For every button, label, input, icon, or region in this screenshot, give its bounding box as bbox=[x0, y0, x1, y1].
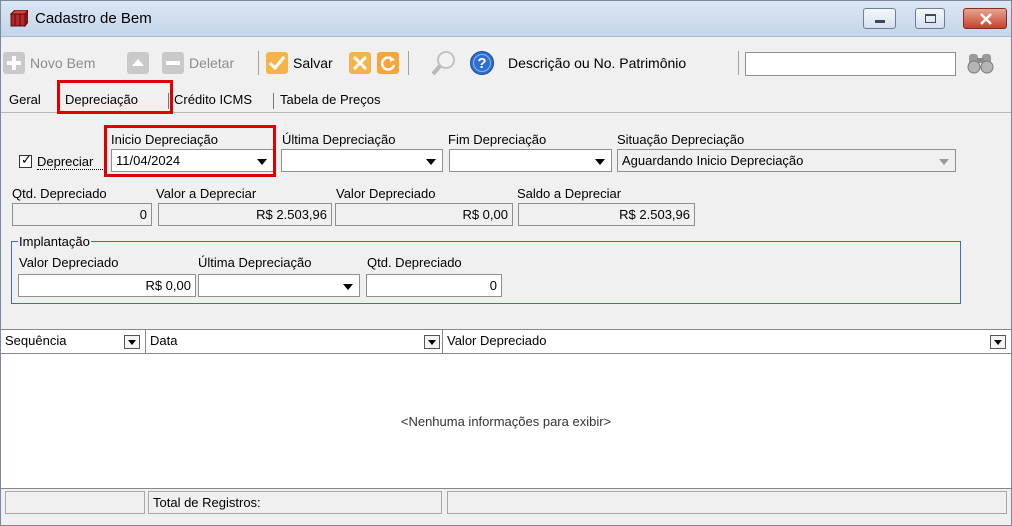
inicio-label: Inicio Depreciação bbox=[111, 132, 218, 147]
help-icon: ? bbox=[470, 51, 494, 75]
qtd-label: Qtd. Depreciado bbox=[12, 186, 107, 201]
column-label: Data bbox=[150, 333, 178, 348]
cancel-icon bbox=[349, 52, 371, 74]
chevron-down-icon[interactable] bbox=[595, 159, 605, 165]
minus-icon bbox=[162, 52, 184, 74]
tab-separator bbox=[273, 93, 274, 109]
impl-qtd-label: Qtd. Depreciado bbox=[367, 255, 462, 270]
situacao-value: Aguardando Inicio Depreciação bbox=[622, 153, 804, 168]
move-up-button[interactable] bbox=[127, 49, 149, 77]
binoculars-icon bbox=[967, 54, 994, 74]
column-label: Valor Depreciado bbox=[447, 333, 547, 348]
depreciar-checkbox[interactable]: ✓ bbox=[19, 152, 32, 168]
svg-text:?: ? bbox=[477, 55, 486, 72]
magnifier-icon bbox=[431, 51, 455, 76]
total-label: Total de Registros: bbox=[148, 491, 442, 514]
situacao-label: Situação Depreciação bbox=[617, 132, 745, 147]
search-button[interactable] bbox=[425, 49, 461, 77]
inicio-date-field[interactable]: 11/04/2024 bbox=[111, 149, 274, 172]
check-icon bbox=[266, 52, 288, 74]
add-icon bbox=[3, 52, 25, 74]
qtd-field[interactable]: 0 bbox=[12, 203, 152, 226]
search-label: Descrição ou No. Patrimônio bbox=[508, 55, 687, 71]
tab-separator bbox=[58, 93, 59, 109]
title-bar: Cadastro de Bem bbox=[1, 1, 1011, 37]
chevron-down-icon[interactable] bbox=[343, 284, 353, 290]
delete-label: Deletar bbox=[189, 55, 235, 71]
ultima-date-field[interactable] bbox=[281, 149, 443, 172]
chevron-down-icon[interactable] bbox=[257, 159, 267, 165]
toolbar-separator bbox=[738, 51, 739, 75]
filter-dropdown-icon[interactable] bbox=[990, 335, 1006, 349]
impl-valor-field[interactable]: R$ 0,00 bbox=[18, 274, 196, 297]
impl-ultima-label: Última Depreciação bbox=[198, 255, 312, 270]
depreciation-grid[interactable]: Sequência Data Valor Depreciado <Nenhuma… bbox=[1, 329, 1011, 489]
grid-header: Sequência Data Valor Depreciado bbox=[1, 330, 1011, 354]
new-item-button[interactable]: Novo Bem bbox=[3, 49, 95, 77]
save-label: Salvar bbox=[293, 55, 333, 71]
situacao-select[interactable]: Aguardando Inicio Depreciação bbox=[617, 149, 956, 172]
tab-geral[interactable]: Geral bbox=[9, 92, 41, 107]
impl-valor-label: Valor Depreciado bbox=[19, 255, 119, 270]
checkmark-icon: ✓ bbox=[21, 152, 32, 167]
tab-depreciacao[interactable]: Depreciação bbox=[65, 92, 138, 107]
save-button[interactable]: Salvar bbox=[266, 49, 333, 77]
valor-a-depreciar-field[interactable]: R$ 2.503,96 bbox=[158, 203, 332, 226]
toolbar-separator bbox=[408, 51, 409, 75]
ultima-label: Última Depreciação bbox=[282, 132, 396, 147]
search-label-item: Descrição ou No. Patrimônio bbox=[503, 49, 686, 77]
valor-depreciado-field[interactable]: R$ 0,00 bbox=[335, 203, 513, 226]
tab-separator bbox=[168, 93, 169, 109]
app-icon bbox=[10, 10, 28, 27]
toolbar-separator bbox=[258, 51, 259, 75]
tab-strip: Geral Depreciação Crédito ICMS Tabela de… bbox=[1, 89, 1011, 113]
new-item-label: Novo Bem bbox=[30, 55, 96, 71]
grid-empty-message: <Nenhuma informações para exibir> bbox=[400, 414, 612, 429]
cancel-button[interactable] bbox=[349, 49, 371, 77]
column-label: Sequência bbox=[5, 333, 67, 348]
footer-blank-cell bbox=[5, 491, 145, 514]
refresh-button[interactable] bbox=[377, 49, 399, 77]
help-button[interactable]: ? bbox=[469, 49, 495, 77]
column-header-valor-depreciado[interactable]: Valor Depreciado bbox=[443, 330, 1011, 353]
implantacao-title: Implantação bbox=[18, 234, 91, 249]
chevron-down-icon[interactable] bbox=[426, 159, 436, 165]
tab-tabela-precos[interactable]: Tabela de Preços bbox=[280, 92, 380, 107]
minimize-button[interactable] bbox=[863, 8, 896, 29]
total-value bbox=[447, 491, 1007, 514]
close-icon bbox=[980, 13, 992, 25]
saldo-field[interactable]: R$ 2.503,96 bbox=[518, 203, 695, 226]
up-arrow-icon bbox=[127, 52, 149, 74]
chevron-down-icon[interactable] bbox=[939, 159, 949, 165]
fim-label: Fim Depreciação bbox=[448, 132, 547, 147]
inicio-date-value: 11/04/2024 bbox=[116, 153, 181, 168]
minimize-icon bbox=[875, 20, 885, 23]
valor-a-depreciar-label: Valor a Depreciar bbox=[156, 186, 257, 201]
search-input[interactable] bbox=[745, 52, 956, 76]
impl-ultima-field[interactable] bbox=[198, 274, 360, 297]
find-button[interactable] bbox=[963, 49, 999, 77]
valor-depreciado-label: Valor Depreciado bbox=[336, 186, 436, 201]
maximize-icon bbox=[925, 14, 936, 23]
depreciar-label[interactable]: Depreciar bbox=[37, 154, 105, 170]
window-title: Cadastro de Bem bbox=[35, 10, 152, 27]
fim-date-field[interactable] bbox=[449, 149, 612, 172]
window: Cadastro de Bem Novo Bem Deletar Salvar … bbox=[0, 0, 1012, 526]
filter-dropdown-icon[interactable] bbox=[424, 335, 440, 349]
maximize-button[interactable] bbox=[915, 8, 945, 29]
grid-footer: Total de Registros: bbox=[1, 489, 1011, 525]
close-button[interactable] bbox=[963, 8, 1007, 29]
refresh-icon bbox=[377, 52, 399, 74]
filter-dropdown-icon[interactable] bbox=[124, 335, 140, 349]
column-header-data[interactable]: Data bbox=[146, 330, 443, 353]
delete-button[interactable]: Deletar bbox=[162, 49, 234, 77]
impl-qtd-field[interactable]: 0 bbox=[366, 274, 502, 297]
saldo-label: Saldo a Depreciar bbox=[517, 186, 622, 201]
tab-credito-icms[interactable]: Crédito ICMS bbox=[174, 92, 252, 107]
